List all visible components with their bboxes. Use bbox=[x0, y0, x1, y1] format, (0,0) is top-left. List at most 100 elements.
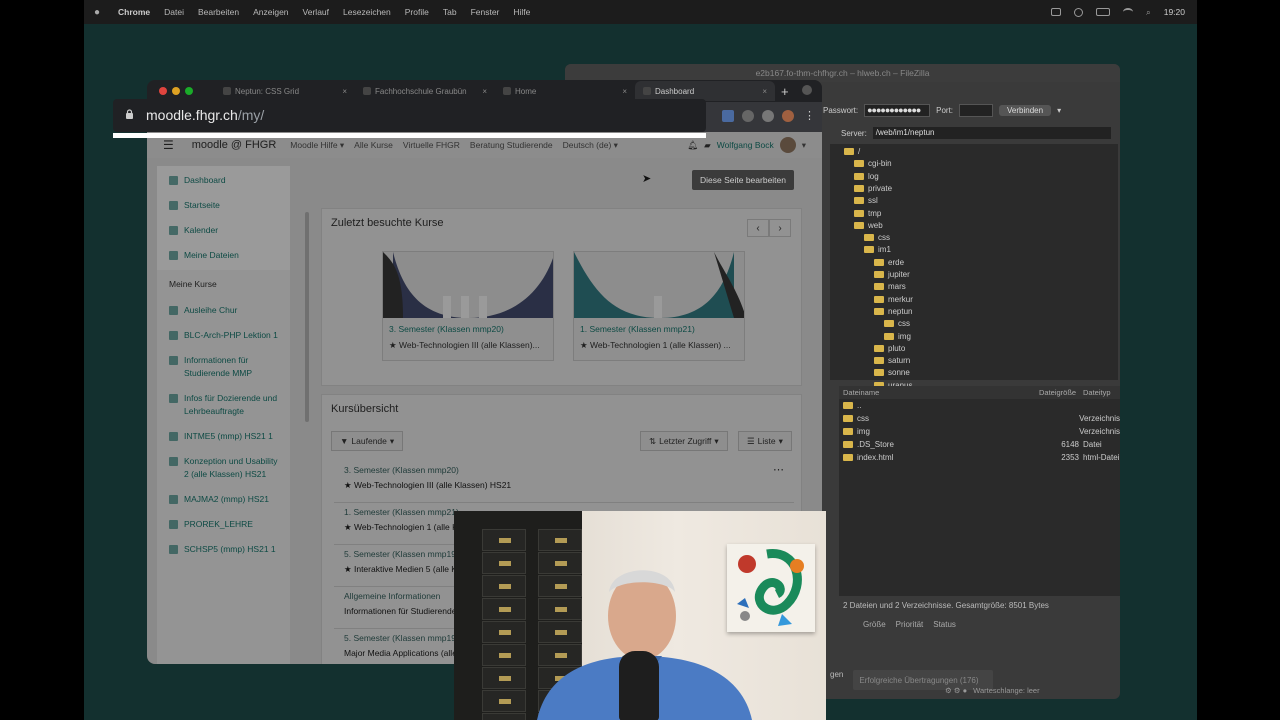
queue-col-priority[interactable]: Priorität bbox=[896, 620, 924, 629]
bell-icon[interactable]: 🔔︎ bbox=[687, 140, 698, 151]
password-field[interactable]: ●●●●●●●●●●●● bbox=[864, 104, 931, 117]
file-row[interactable]: .DS_Store 6148 Datei bbox=[839, 438, 1120, 451]
course-name[interactable]: ★ Web-Technologien III (alle Klassen) HS… bbox=[344, 480, 511, 491]
new-tab-icon[interactable]: + bbox=[781, 84, 789, 99]
user-menu[interactable]: 🔔︎ ▰ Wolfgang Bock ▾ bbox=[687, 137, 806, 153]
view-dropdown[interactable]: ☰ Liste ▾ bbox=[738, 431, 792, 451]
menubar-app-name[interactable]: Chrome bbox=[118, 7, 150, 17]
tab-neptun[interactable]: Neptun: CSS Grid × bbox=[215, 81, 355, 101]
address-bar[interactable]: moodle.fhgr.ch/my/ bbox=[113, 99, 706, 132]
puzzle-icon[interactable] bbox=[762, 110, 774, 122]
tab-close-icon[interactable]: × bbox=[762, 87, 767, 96]
queue-col-size[interactable]: Größe bbox=[863, 620, 886, 629]
drawer-course-item[interactable]: Infos für Dozierende und Lehrbeauftragte bbox=[157, 386, 290, 424]
tree-node[interactable]: mars bbox=[874, 281, 906, 292]
drawer-item-meine-dateien[interactable]: Meine Dateien bbox=[157, 243, 290, 268]
sort-dropdown[interactable]: ⇅ Letzter Zugriff ▾ bbox=[640, 431, 728, 451]
close-window-icon[interactable] bbox=[159, 87, 167, 95]
tree-node[interactable]: css bbox=[884, 318, 910, 329]
zoom-window-icon[interactable] bbox=[185, 87, 193, 95]
tab-search-icon[interactable] bbox=[802, 85, 812, 95]
tree-node[interactable]: private bbox=[854, 183, 892, 194]
menu-tab[interactable]: Tab bbox=[443, 7, 457, 17]
nav-virtuelle-fhgr[interactable]: Virtuelle FHGR bbox=[403, 140, 460, 150]
tree-node[interactable]: css bbox=[864, 232, 890, 243]
course-name[interactable]: ★ Web-Technologien 1 (alle Klassen) ... bbox=[580, 340, 731, 351]
tree-node[interactable]: web bbox=[854, 220, 883, 231]
tab-close-icon[interactable]: × bbox=[482, 87, 487, 96]
tree-node[interactable]: cgi-bin bbox=[854, 158, 892, 169]
course-category[interactable]: 5. Semester (Klassen mmp19) bbox=[344, 633, 459, 643]
menu-profile[interactable]: Profile bbox=[405, 7, 429, 17]
server-path-field[interactable]: /web/im1/neptun bbox=[872, 127, 1111, 139]
tab-dashboard[interactable]: Dashboard × bbox=[635, 81, 775, 101]
drawer-course-item[interactable]: SCHSP5 (mmp) HS21 1 bbox=[157, 537, 290, 562]
file-row[interactable]: index.html 2353 html-Datei bbox=[839, 451, 1120, 464]
more-options-icon[interactable]: ⋯ bbox=[773, 463, 784, 476]
tree-node[interactable]: im1 bbox=[864, 244, 891, 255]
tree-node[interactable]: saturn bbox=[874, 355, 910, 366]
tab-failed[interactable]: gen bbox=[830, 670, 843, 690]
file-row[interactable]: css Verzeichnis bbox=[839, 412, 1120, 425]
more-menu-icon[interactable]: ⋮ bbox=[804, 109, 815, 122]
menu-verlauf[interactable]: Verlauf bbox=[303, 7, 329, 17]
apple-icon[interactable]: ● bbox=[94, 7, 104, 18]
port-field[interactable] bbox=[959, 104, 994, 117]
menu-bearbeiten[interactable]: Bearbeiten bbox=[198, 7, 239, 17]
tab-close-icon[interactable]: × bbox=[622, 87, 627, 96]
edit-page-button[interactable]: Diese Seite bearbeiten bbox=[692, 170, 795, 190]
recent-course-card[interactable]: 3. Semester (Klassen mmp20) ★ Web-Techno… bbox=[382, 251, 554, 361]
tree-node[interactable]: / bbox=[844, 146, 860, 157]
filter-dropdown[interactable]: ▼ Laufende ▾ bbox=[331, 431, 404, 451]
file-row[interactable]: img Verzeichnis bbox=[839, 425, 1120, 438]
search-icon[interactable]: ⌕ bbox=[1146, 7, 1151, 18]
drawer-course-item[interactable]: INTME5 (mmp) HS21 1 bbox=[157, 424, 290, 449]
drawer-item-startseite[interactable]: Startseite bbox=[157, 193, 290, 218]
course-category[interactable]: 1. Semester (Klassen mmp21) bbox=[344, 507, 459, 517]
tree-node[interactable]: erde bbox=[874, 257, 904, 268]
col-filename[interactable]: Dateiname bbox=[839, 388, 1039, 397]
tree-node[interactable]: neptun bbox=[874, 306, 912, 317]
nav-moodle-hilfe[interactable]: Moodle Hilfe ▾ bbox=[290, 140, 344, 151]
col-filesize[interactable]: Dateigröße bbox=[1039, 388, 1083, 397]
chevron-right-icon[interactable]: › bbox=[769, 219, 791, 237]
file-row[interactable]: .. bbox=[839, 399, 1120, 412]
nav-alle-kurse[interactable]: Alle Kurse bbox=[354, 140, 393, 150]
drawer-course-item[interactable]: BLC-Arch-PHP Lektion 1 bbox=[157, 323, 290, 348]
course-category[interactable]: 5. Semester (Klassen mmp19) bbox=[344, 549, 459, 559]
minimize-window-icon[interactable] bbox=[172, 87, 180, 95]
tree-node[interactable]: pluto bbox=[874, 343, 905, 354]
wifi-icon[interactable] bbox=[1122, 8, 1133, 16]
tree-node[interactable]: merkur bbox=[874, 294, 913, 305]
tab-home[interactable]: Home × bbox=[495, 81, 635, 101]
menu-hilfe[interactable]: Hilfe bbox=[513, 7, 530, 17]
col-filetype[interactable]: Dateityp bbox=[1083, 388, 1111, 397]
drawer-item-kalender[interactable]: Kalender bbox=[157, 218, 290, 243]
profile-avatar-icon[interactable] bbox=[782, 110, 794, 122]
battery-icon[interactable] bbox=[1095, 8, 1110, 16]
drawer-course-item[interactable]: PROREK_LEHRE bbox=[157, 512, 290, 537]
course-name[interactable]: ★ Web-Technologien III (alle Klassen)... bbox=[389, 340, 540, 351]
menu-fenster[interactable]: Fenster bbox=[471, 7, 500, 17]
connect-button[interactable]: Verbinden bbox=[999, 105, 1052, 116]
nav-beratung[interactable]: Beratung Studierende bbox=[470, 140, 553, 150]
drawer-course-item[interactable]: Konzeption und Usability 2 (alle Klassen… bbox=[157, 449, 290, 487]
tree-node[interactable]: sonne bbox=[874, 367, 910, 378]
recent-course-card[interactable]: 1. Semester (Klassen mmp21) ★ Web-Techno… bbox=[573, 251, 745, 361]
nav-language[interactable]: Deutsch (de) ▾ bbox=[563, 140, 618, 151]
status-icon[interactable] bbox=[1073, 7, 1083, 17]
extension-icon[interactable] bbox=[742, 110, 754, 122]
course-category[interactable]: Allgemeine Informationen bbox=[344, 591, 440, 601]
drawer-course-item[interactable]: MAJMA2 (mmp) HS21 bbox=[157, 487, 290, 512]
course-overview-row[interactable]: 3. Semester (Klassen mmp20) ★ Web-Technol… bbox=[334, 461, 794, 503]
menu-lesezeichen[interactable]: Lesezeichen bbox=[343, 7, 391, 17]
chevron-left-icon[interactable]: ‹ bbox=[747, 219, 769, 237]
hamburger-icon[interactable]: ☰ bbox=[163, 138, 174, 152]
moodle-brand[interactable]: moodle @ FHGR bbox=[192, 139, 277, 151]
connect-dropdown-icon[interactable]: ▾ bbox=[1057, 106, 1061, 115]
menu-datei[interactable]: Datei bbox=[164, 7, 184, 17]
lock-icon[interactable] bbox=[125, 109, 134, 119]
tree-node[interactable]: jupiter bbox=[874, 269, 910, 280]
tree-node[interactable]: log bbox=[854, 171, 879, 182]
tree-node[interactable]: tmp bbox=[854, 208, 881, 219]
